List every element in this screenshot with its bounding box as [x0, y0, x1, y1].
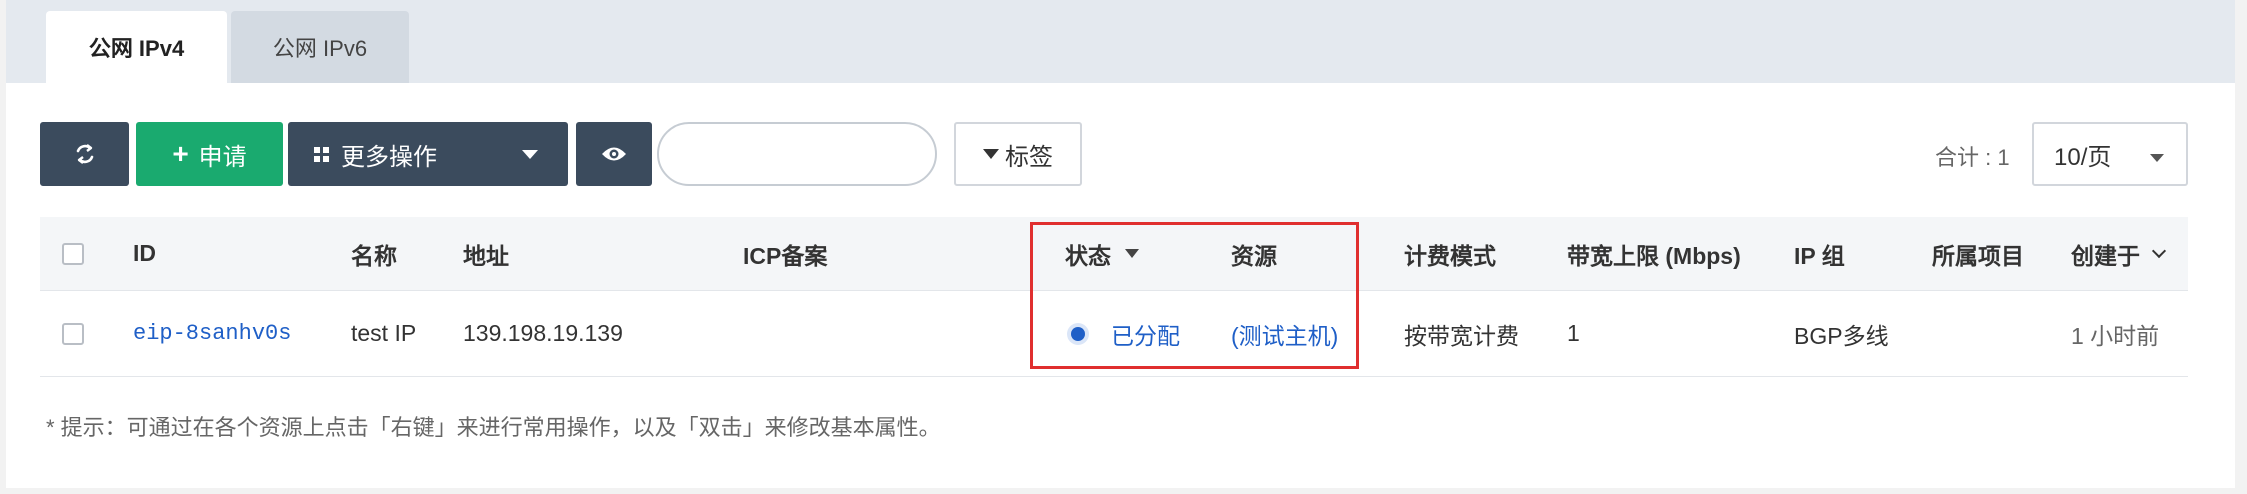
tab-ipv6[interactable]: 公网 IPv6: [231, 11, 409, 83]
cell-id-link[interactable]: eip-8sanhv0s: [133, 291, 291, 376]
select-all-checkbox[interactable]: [62, 242, 84, 265]
refresh-icon: [76, 144, 93, 164]
column-header-bandwidth[interactable]: 带宽上限 (Mbps): [1567, 217, 1741, 290]
row-checkbox-cell: [62, 291, 84, 376]
table-row[interactable]: eip-8sanhv0s test IP 139.198.19.139 已分配 …: [40, 291, 2188, 377]
column-header-address[interactable]: 地址: [463, 217, 509, 290]
column-header-ip-group[interactable]: IP 组: [1794, 217, 1845, 290]
toolbar: + 申请 更多操作 标签 合计 : 1 10/页: [0, 122, 2229, 186]
cell-resource-link[interactable]: (测试主机): [1231, 291, 1338, 376]
more-actions-label: 更多操作: [341, 143, 437, 171]
page-size-select[interactable]: 10/页: [2032, 122, 2188, 186]
column-header-icp[interactable]: ICP备案: [743, 217, 827, 290]
hint-text: * 提示：可通过在各个资源上点击「右键」来进行常用操作，以及「双击」来修改基本属…: [46, 415, 941, 440]
page-size-value: 10/页: [2054, 143, 2112, 171]
column-header-billing[interactable]: 计费模式: [1404, 217, 1496, 290]
tab-ipv4[interactable]: 公网 IPv4: [46, 11, 227, 83]
cell-address: 139.198.19.139: [463, 320, 623, 346]
column-header-name[interactable]: 名称: [351, 217, 397, 290]
search-input[interactable]: [657, 122, 937, 186]
tag-filter-label: 标签: [1005, 143, 1053, 171]
tag-filter-button[interactable]: 标签: [954, 122, 1082, 186]
cell-status: 已分配: [1071, 291, 1180, 376]
plus-icon: +: [172, 138, 189, 169]
cell-ip-group: BGP多线: [1794, 322, 1889, 349]
cell-billing: 按带宽计费: [1404, 322, 1519, 349]
refresh-button[interactable]: [40, 122, 129, 186]
row-checkbox[interactable]: [62, 322, 84, 345]
column-header-project[interactable]: 所属项目: [1932, 217, 2024, 290]
grid-icon: [314, 146, 329, 162]
select-all-checkbox-cell: [62, 217, 84, 290]
chevron-down-icon: [2150, 154, 2164, 162]
filter-caret-icon[interactable]: [1125, 249, 1139, 258]
column-header-status[interactable]: 状态: [1065, 217, 1139, 290]
status-text: 已分配: [1111, 322, 1180, 349]
table-header: ID 名称 地址 ICP备案 状态 资源 计费模式 带宽上限 (Mbps) IP…: [40, 217, 2188, 291]
tab-bar: 公网 IPv4 公网 IPv6: [6, 0, 2235, 83]
filter-icon: [983, 149, 999, 159]
column-visibility-button[interactable]: [576, 122, 652, 186]
apply-button[interactable]: + 申请: [136, 122, 283, 186]
column-header-created-label: 创建于: [2071, 242, 2140, 269]
column-header-status-label: 状态: [1065, 242, 1111, 269]
cell-created: 1 小时前: [2071, 322, 2160, 349]
cell-bandwidth: 1: [1567, 320, 1580, 346]
more-actions-dropdown[interactable]: 更多操作: [288, 122, 568, 186]
column-header-resource[interactable]: 资源: [1231, 217, 1277, 290]
chevron-down-icon: [2151, 243, 2167, 258]
caret-down-icon: [522, 150, 538, 159]
eye-icon: [602, 147, 626, 161]
column-header-created[interactable]: 创建于: [2071, 217, 2167, 290]
total-count: 合计 : 1: [1935, 145, 2010, 170]
cell-name: test IP: [351, 320, 417, 346]
apply-button-label: 申请: [198, 143, 247, 171]
column-header-id[interactable]: ID: [133, 217, 156, 290]
status-dot-icon: [1071, 326, 1085, 341]
eip-table: ID 名称 地址 ICP备案 状态 资源 计费模式 带宽上限 (Mbps) IP…: [40, 217, 2188, 377]
